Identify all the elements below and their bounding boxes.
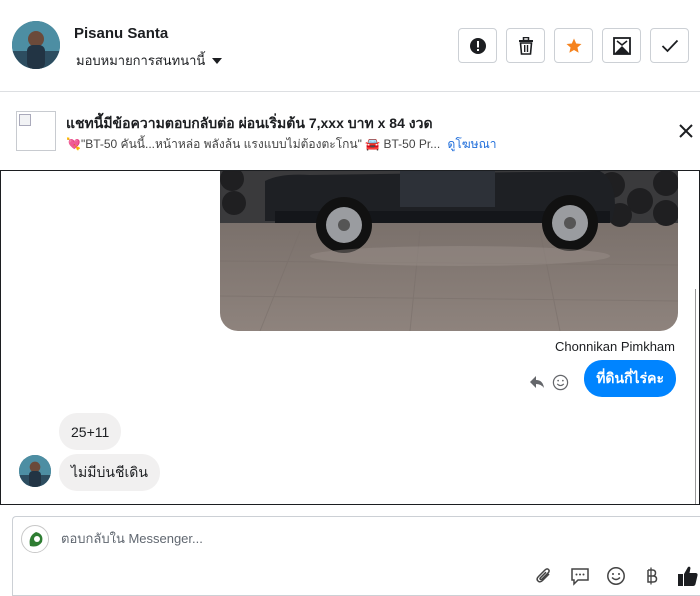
react-emoji-icon[interactable] (552, 374, 569, 391)
like-button[interactable] (677, 565, 699, 587)
sender-name: Chonnikan Pimkham (555, 339, 675, 354)
incoming-message[interactable]: 25+11 (59, 413, 122, 450)
assign-conversation-dropdown[interactable]: มอบหมายการสนทนานี้ (76, 50, 223, 71)
page-avatar (21, 525, 49, 553)
reply-icon[interactable] (529, 375, 545, 389)
mark-spam-button[interactable] (458, 28, 497, 63)
ad-subtitle: 💘"BT-50 คันนี้...หน้าหล่อ พลังล้น แรงแบบ… (66, 135, 496, 154)
star-icon (566, 38, 581, 53)
baht-icon (647, 567, 658, 585)
ad-context-banner: แชทนี้มีข้อความตอบกลับต่อ ผ่อนเริ่มต้น 7… (0, 92, 700, 170)
trash-icon (518, 36, 533, 55)
close-icon[interactable] (676, 121, 696, 141)
saved-replies-button[interactable] (569, 565, 591, 587)
mark-unread-icon (612, 36, 631, 55)
ad-subtitle-text: 💘"BT-50 คันนี้...หน้าหล่อ พลังล้น แรงแบบ… (66, 137, 441, 151)
delete-button[interactable] (506, 28, 545, 63)
chevron-down-icon (212, 57, 223, 64)
mark-done-button[interactable] (650, 28, 689, 63)
mark-unread-button[interactable] (602, 28, 641, 63)
ad-thumbnail[interactable] (16, 111, 56, 151)
contact-name[interactable]: Pisanu Santa (74, 25, 168, 42)
scrollbar[interactable] (695, 289, 699, 504)
composer-tools (533, 565, 699, 587)
car-photo-attachment[interactable] (220, 171, 678, 331)
alert-icon (469, 37, 486, 54)
contact-avatar-small[interactable] (19, 455, 51, 487)
outgoing-message[interactable]: ที่ดินกี่ไร่คะ (584, 360, 676, 397)
payment-button[interactable] (641, 565, 663, 587)
smile-icon (607, 567, 625, 585)
reply-composer (12, 516, 700, 596)
incoming-message[interactable]: ไม่มีบ่นชีเดิน (59, 454, 160, 491)
conversation-header: Pisanu Santa มอบหมายการสนทนานี้ (0, 0, 700, 92)
conversation-actions (458, 28, 689, 63)
chat-bubble-icon (571, 568, 589, 586)
assign-label: มอบหมายการสนทนานี้ (76, 53, 206, 68)
contact-avatar[interactable] (12, 21, 60, 69)
star-button[interactable] (554, 28, 593, 63)
ad-title: แชทนี้มีข้อความตอบกลับต่อ ผ่อนเริ่มต้น 7… (66, 115, 433, 131)
thumbs-up-icon (678, 566, 698, 586)
attach-button[interactable] (533, 565, 555, 587)
view-ad-link[interactable]: ดูโฆษณา (448, 137, 497, 151)
check-icon (661, 39, 678, 52)
reply-input[interactable] (61, 531, 621, 546)
emoji-button[interactable] (605, 565, 627, 587)
message-thread[interactable]: Chonnikan Pimkham ที่ดินกี่ไร่คะ 25+11 ไ… (0, 170, 700, 505)
paperclip-icon (536, 568, 550, 583)
